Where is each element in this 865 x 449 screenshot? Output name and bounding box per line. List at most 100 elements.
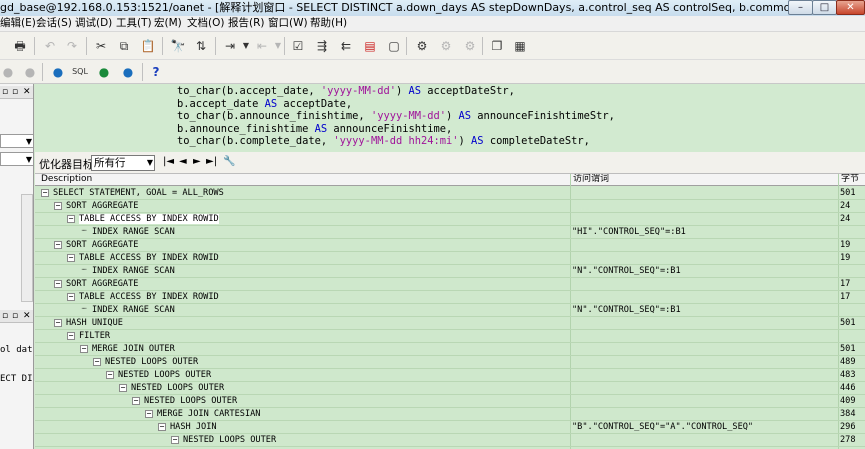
help-icon[interactable]: ?: [148, 64, 164, 80]
collapse-icon[interactable]: −: [67, 292, 75, 301]
collapse-icon[interactable]: −: [106, 370, 114, 379]
step-over-icon[interactable]: ⚙: [462, 38, 478, 54]
plan-row[interactable]: ┈ INDEX RANGE SCAN "N"."CONTROL_SEQ"=:B1: [35, 304, 865, 317]
step-icon[interactable]: ⚙: [438, 38, 454, 54]
collapse-icon[interactable]: −: [67, 253, 75, 262]
last-icon[interactable]: ►|: [206, 156, 217, 167]
plan-row[interactable]: − SORT AGGREGATE 19: [35, 239, 865, 252]
plan-row[interactable]: ┈ INDEX RANGE SCAN "HI"."CONTROL_SEQ"=:B1: [35, 226, 865, 239]
plan-row[interactable]: − NESTED LOOPS OUTER 409: [35, 395, 865, 408]
uncomment-icon[interactable]: ▢: [386, 38, 402, 54]
copy-icon[interactable]: ⧉: [116, 38, 132, 54]
first-icon[interactable]: |◄: [163, 156, 174, 167]
debug-icon[interactable]: ⚙: [414, 38, 430, 54]
column-bytes[interactable]: 字节: [841, 174, 859, 185]
window-icon[interactable]: ❐: [489, 38, 505, 54]
collapse-icon[interactable]: −: [158, 422, 166, 431]
tile-icon[interactable]: ▦: [512, 38, 528, 54]
redo-icon[interactable]: ↷: [64, 38, 80, 54]
sql-editor[interactable]: to_char(b.accept_date, 'yyyy-MM-dd') AS …: [35, 84, 865, 152]
collapse-icon[interactable]: −: [54, 279, 62, 288]
replace-icon[interactable]: ⇅: [193, 38, 209, 54]
next-icon[interactable]: ►: [193, 156, 201, 167]
session-icon[interactable]: ●: [50, 64, 66, 80]
chevron-down-icon: ▼: [25, 155, 32, 164]
plan-row[interactable]: − HASH JOIN "B"."CONTROL_SEQ"="A"."CONTROL…: [35, 421, 865, 434]
plan-row[interactable]: − TABLE ACCESS BY INDEX ROWID 24: [35, 213, 865, 226]
plan-row[interactable]: − NESTED LOOPS OUTER 489: [35, 356, 865, 369]
print-icon[interactable]: 🖶: [12, 38, 28, 54]
comment-icon[interactable]: ▤: [362, 38, 378, 54]
plan-row[interactable]: − FILTER: [35, 330, 865, 343]
left-scrollbar[interactable]: [21, 194, 33, 302]
previous-icon[interactable]: ◄: [179, 156, 187, 167]
wrench-icon[interactable]: 🔧: [223, 156, 235, 167]
collapse-icon[interactable]: −: [145, 409, 153, 418]
close-button[interactable]: ✕: [836, 0, 865, 15]
undo-icon[interactable]: ↶: [42, 38, 58, 54]
collapse-icon[interactable]: −: [54, 240, 62, 249]
column-description[interactable]: Description: [41, 174, 92, 185]
pin-icon[interactable]: ▫: [2, 86, 8, 98]
optimizer-goal-select[interactable]: 所有行 ▼: [91, 155, 155, 171]
collapse-icon[interactable]: −: [119, 383, 127, 392]
plan-row[interactable]: − NESTED LOOPS OUTER 278: [35, 434, 865, 447]
collapse-icon[interactable]: −: [67, 331, 75, 340]
plan-row[interactable]: − MERGE JOIN OUTER 501: [35, 343, 865, 356]
left-combo-2[interactable]: ▼: [0, 152, 33, 166]
collapse-icon[interactable]: −: [171, 435, 179, 444]
menu-session[interactable]: 会话(S): [36, 16, 72, 31]
close-icon[interactable]: ✕: [23, 310, 31, 322]
describe-icon[interactable]: ☑: [290, 38, 306, 54]
plan-row[interactable]: − SORT AGGREGATE 17: [35, 278, 865, 291]
maximize-button[interactable]: □: [812, 0, 837, 15]
plan-row-bytes: 489: [840, 357, 856, 367]
plan-row[interactable]: − NESTED LOOPS OUTER 446: [35, 382, 865, 395]
menu-report[interactable]: 报告(R): [228, 16, 265, 31]
menu-tools[interactable]: 工具(T): [116, 16, 152, 31]
paste-icon[interactable]: 📋: [140, 38, 156, 54]
pin-icon[interactable]: ▫: [2, 310, 8, 322]
import-icon[interactable]: ⇥: [222, 38, 238, 54]
pin-icon[interactable]: ▫: [12, 310, 18, 322]
disconnect-icon[interactable]: ●: [22, 64, 38, 80]
cut-icon[interactable]: ✂: [93, 38, 109, 54]
export-icon[interactable]: ⇤: [254, 38, 270, 54]
sql-line: to_char(b.complete_date, 'yyyy-MM-dd hh2…: [177, 135, 590, 148]
find-icon[interactable]: 🔭: [170, 38, 186, 54]
plan-row[interactable]: − NESTED LOOPS OUTER 483: [35, 369, 865, 382]
plan-row[interactable]: − HASH UNIQUE 501: [35, 317, 865, 330]
menu-macro[interactable]: 宏(M): [154, 16, 182, 31]
column-access-predicates[interactable]: 访问谓词: [573, 174, 609, 185]
collapse-icon[interactable]: −: [67, 214, 75, 223]
sql-icon[interactable]: SQL: [72, 64, 88, 80]
left-combo-1[interactable]: ▼: [0, 134, 33, 148]
connect-icon[interactable]: ●: [0, 64, 16, 80]
indent-icon[interactable]: ⇶: [314, 38, 330, 54]
unindent-icon[interactable]: ⇇: [338, 38, 354, 54]
pin-icon[interactable]: ▫: [12, 86, 18, 98]
collapse-icon[interactable]: −: [132, 396, 140, 405]
menu-document[interactable]: 文档(O): [187, 16, 224, 31]
collapse-icon[interactable]: −: [93, 357, 101, 366]
close-icon[interactable]: ✕: [23, 86, 31, 98]
plan-row[interactable]: − TABLE ACCESS BY INDEX ROWID 17: [35, 291, 865, 304]
plan-row[interactable]: − SORT AGGREGATE 24: [35, 200, 865, 213]
menu-window[interactable]: 窗口(W): [268, 16, 308, 31]
plan-row[interactable]: − MERGE JOIN CARTESIAN 384: [35, 408, 865, 421]
collapse-icon[interactable]: −: [54, 201, 62, 210]
plan-row-description: − MERGE JOIN OUTER: [80, 343, 175, 354]
chevron-down-icon[interactable]: ▼: [238, 38, 254, 54]
minimize-button[interactable]: –: [788, 0, 813, 15]
collapse-icon[interactable]: −: [41, 188, 49, 197]
menu-debug[interactable]: 调试(D): [75, 16, 112, 31]
menu-help[interactable]: 帮助(H): [310, 16, 347, 31]
plan-row[interactable]: ┈ INDEX RANGE SCAN "N"."CONTROL_SEQ"=:B1: [35, 265, 865, 278]
commit-icon[interactable]: ●: [96, 64, 112, 80]
plan-row[interactable]: − TABLE ACCESS BY INDEX ROWID 19: [35, 252, 865, 265]
collapse-icon[interactable]: −: [54, 318, 62, 327]
rollback-icon[interactable]: ●: [120, 64, 136, 80]
collapse-icon[interactable]: −: [80, 344, 88, 353]
menu-edit[interactable]: 编辑(E): [0, 16, 36, 31]
plan-row[interactable]: − SELECT STATEMENT, GOAL = ALL_ROWS 501: [35, 187, 865, 200]
